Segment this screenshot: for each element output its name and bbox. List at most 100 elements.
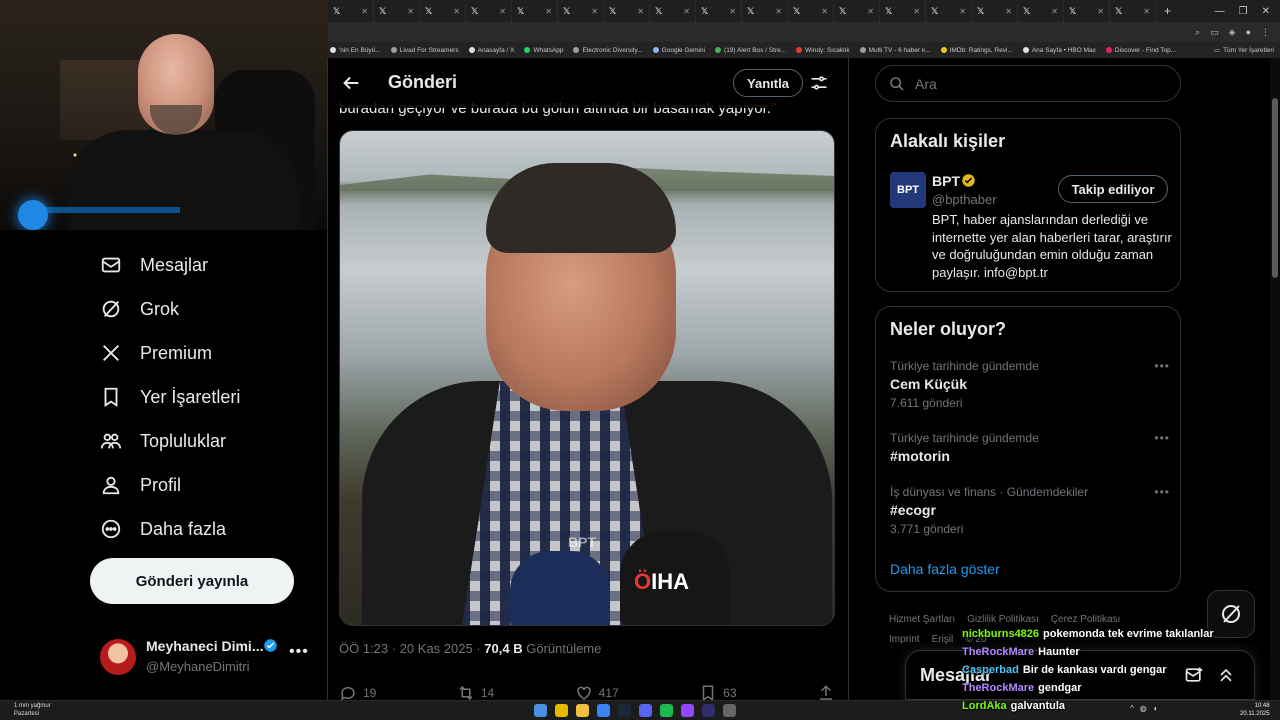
bookmark-item[interactable]: Multi TV - 6 haber k... <box>859 47 931 54</box>
bookmark-item[interactable]: 'nin En Büyü... <box>330 47 381 54</box>
browser-tab[interactable]: 𝕏 ✕ <box>972 0 1018 22</box>
browser-tab[interactable]: 𝕏 ✕ <box>604 0 650 22</box>
trend-item[interactable]: Türkiye tarihinde gündemde #motorin ••• <box>890 431 1170 464</box>
bookmark-item[interactable]: Electronic Diversity... <box>573 47 643 54</box>
bpt-avatar[interactable]: BPT <box>890 172 926 208</box>
close-icon[interactable]: ✕ <box>867 7 874 16</box>
folder-icon[interactable] <box>576 704 589 717</box>
footer-link[interactable]: Gizlilik Politikası <box>967 614 1039 625</box>
more-dots-icon[interactable]: ••• <box>1154 431 1170 445</box>
all-bookmarks-folder[interactable]: ▭ Tüm Yer İşaretleri <box>1214 46 1280 55</box>
nav-item-more[interactable]: Daha fazla <box>100 514 226 544</box>
discord-icon[interactable] <box>639 704 652 717</box>
bookmark-item[interactable]: Windy: Sıcaklık <box>796 47 850 54</box>
account-switcher[interactable]: Meyhaneci Dimi... @MeyhaneDimitri ••• <box>100 635 310 679</box>
scrollbar-thumb[interactable] <box>1272 98 1278 278</box>
close-icon[interactable]: ✕ <box>729 7 736 16</box>
bookmark-item[interactable]: IMDb: Ratings, Revi... <box>940 47 1013 54</box>
nav-item-messages[interactable]: Mesajlar <box>100 250 208 280</box>
browser-menu-icon[interactable]: ⋮ <box>1261 27 1270 38</box>
cast-icon[interactable]: ▭ <box>1210 27 1219 38</box>
browser-tab[interactable]: 𝕏 ✕ <box>1110 0 1156 22</box>
more-dots-icon[interactable]: ••• <box>1154 485 1170 499</box>
browser-tab[interactable]: 𝕏 ✕ <box>926 0 972 22</box>
close-icon[interactable]: ✕ <box>407 7 414 16</box>
nav-item-communities[interactable]: Topluluklar <box>100 426 226 456</box>
post-button[interactable]: Gönderi yayınla <box>90 558 294 604</box>
twitch-icon[interactable] <box>681 704 694 717</box>
person-name[interactable]: BPT <box>932 173 960 189</box>
close-icon[interactable]: ✕ <box>1097 7 1104 16</box>
close-icon[interactable]: ✕ <box>959 7 966 16</box>
like-action[interactable]: 417 <box>575 684 619 700</box>
page-scrollbar[interactable] <box>1270 58 1280 700</box>
search-input[interactable]: Ara <box>915 76 937 92</box>
browser-tab[interactable]: 𝕏 ✕ <box>834 0 880 22</box>
browser-tab[interactable]: 𝕏 ✕ <box>788 0 834 22</box>
back-arrow-icon[interactable] <box>340 72 362 94</box>
spotify-icon[interactable] <box>660 704 673 717</box>
chrome-icon[interactable] <box>555 704 568 717</box>
tweet-video[interactable]: ÖIHA BPT <box>339 130 835 626</box>
minimize-icon[interactable]: — <box>1215 6 1225 17</box>
maximize-icon[interactable]: ❐ <box>1239 6 1248 17</box>
bookmark-item[interactable]: (19) Alert Box / Stre... <box>715 47 786 54</box>
bookmark-action[interactable]: 63 <box>699 684 737 700</box>
steam-icon[interactable] <box>618 704 631 717</box>
browser-tab[interactable]: 𝕏 ✕ <box>650 0 696 22</box>
close-icon[interactable]: ✕ <box>683 7 690 16</box>
close-icon[interactable]: ✕ <box>913 7 920 16</box>
browser-tab[interactable]: 𝕏 ✕ <box>420 0 466 22</box>
browser-tab[interactable]: 𝕏 ✕ <box>512 0 558 22</box>
search-box[interactable]: Ara <box>875 65 1181 102</box>
more-dots-icon[interactable]: ••• <box>289 643 309 661</box>
person-handle[interactable]: @bpthaber <box>932 192 997 207</box>
bookmark-item[interactable]: Livad For Streamers <box>390 47 459 54</box>
footer-link[interactable]: Hizmet Şartları <box>889 614 955 625</box>
store-icon[interactable] <box>597 704 610 717</box>
close-icon[interactable]: ✕ <box>637 7 644 16</box>
trend-item[interactable]: İş dünyası ve finans · Gündemdekiler #ec… <box>890 485 1170 536</box>
share-action[interactable] <box>817 684 835 700</box>
browser-tab[interactable]: 𝕏 ✕ <box>558 0 604 22</box>
close-icon[interactable]: ✕ <box>775 7 782 16</box>
reply-button[interactable]: Yanıtla <box>733 69 803 97</box>
nav-item-profile[interactable]: Profil <box>100 470 181 500</box>
close-icon[interactable]: ✕ <box>1262 6 1270 17</box>
close-icon[interactable]: ✕ <box>361 7 368 16</box>
search-icon[interactable]: ⌕ <box>1195 27 1200 38</box>
start-icon[interactable] <box>534 704 547 717</box>
nav-item-premium[interactable]: Premium <box>100 338 212 368</box>
close-icon[interactable]: ✕ <box>1005 7 1012 16</box>
bookmark-item[interactable]: Ana Sayfa • HBO Max <box>1022 47 1096 54</box>
close-icon[interactable]: ✕ <box>821 7 828 16</box>
nav-item-bookmarks[interactable]: Yer İşaretleri <box>100 382 240 412</box>
more-dots-icon[interactable]: ••• <box>1154 359 1170 373</box>
footer-link[interactable]: Erişil <box>932 634 954 645</box>
footer-link[interactable]: Çerez Politikası <box>1051 614 1120 625</box>
close-icon[interactable]: ✕ <box>1143 7 1150 16</box>
footer-link[interactable]: Imprint <box>889 634 920 645</box>
browser-tab[interactable]: 𝕏 ✕ <box>880 0 926 22</box>
reply-action[interactable]: 19 <box>339 684 376 700</box>
streamer-app-icon[interactable] <box>702 704 715 717</box>
browser-tab[interactable]: 𝕏 ✕ <box>374 0 420 22</box>
bookmark-item[interactable]: Google Gemini <box>652 47 705 54</box>
browser-tab[interactable]: 𝕏 ✕ <box>328 0 374 22</box>
browser-tab[interactable]: 𝕏 ✕ <box>466 0 512 22</box>
bookmark-item[interactable]: Anasayfa / X <box>468 47 514 54</box>
nav-item-grok[interactable]: Grok <box>100 294 179 324</box>
obs-icon[interactable] <box>723 704 736 717</box>
new-tab-button[interactable]: + <box>1156 4 1179 18</box>
browser-tab[interactable]: 𝕏 ✕ <box>742 0 788 22</box>
close-icon[interactable]: ✕ <box>453 7 460 16</box>
close-icon[interactable]: ✕ <box>499 7 506 16</box>
weather-widget[interactable]: 1 mm yağmur Pazartesi <box>14 702 51 718</box>
profile-icon[interactable]: ● <box>1246 27 1251 37</box>
close-icon[interactable]: ✕ <box>591 7 598 16</box>
show-more-link[interactable]: Daha fazla göster <box>890 561 1000 577</box>
trend-item[interactable]: Türkiye tarihinde gündemde Cem Küçük 7.6… <box>890 359 1170 410</box>
extension-icon[interactable]: ◈ <box>1229 27 1236 38</box>
filter-sliders-icon[interactable] <box>809 73 829 93</box>
browser-tab[interactable]: 𝕏 ✕ <box>696 0 742 22</box>
